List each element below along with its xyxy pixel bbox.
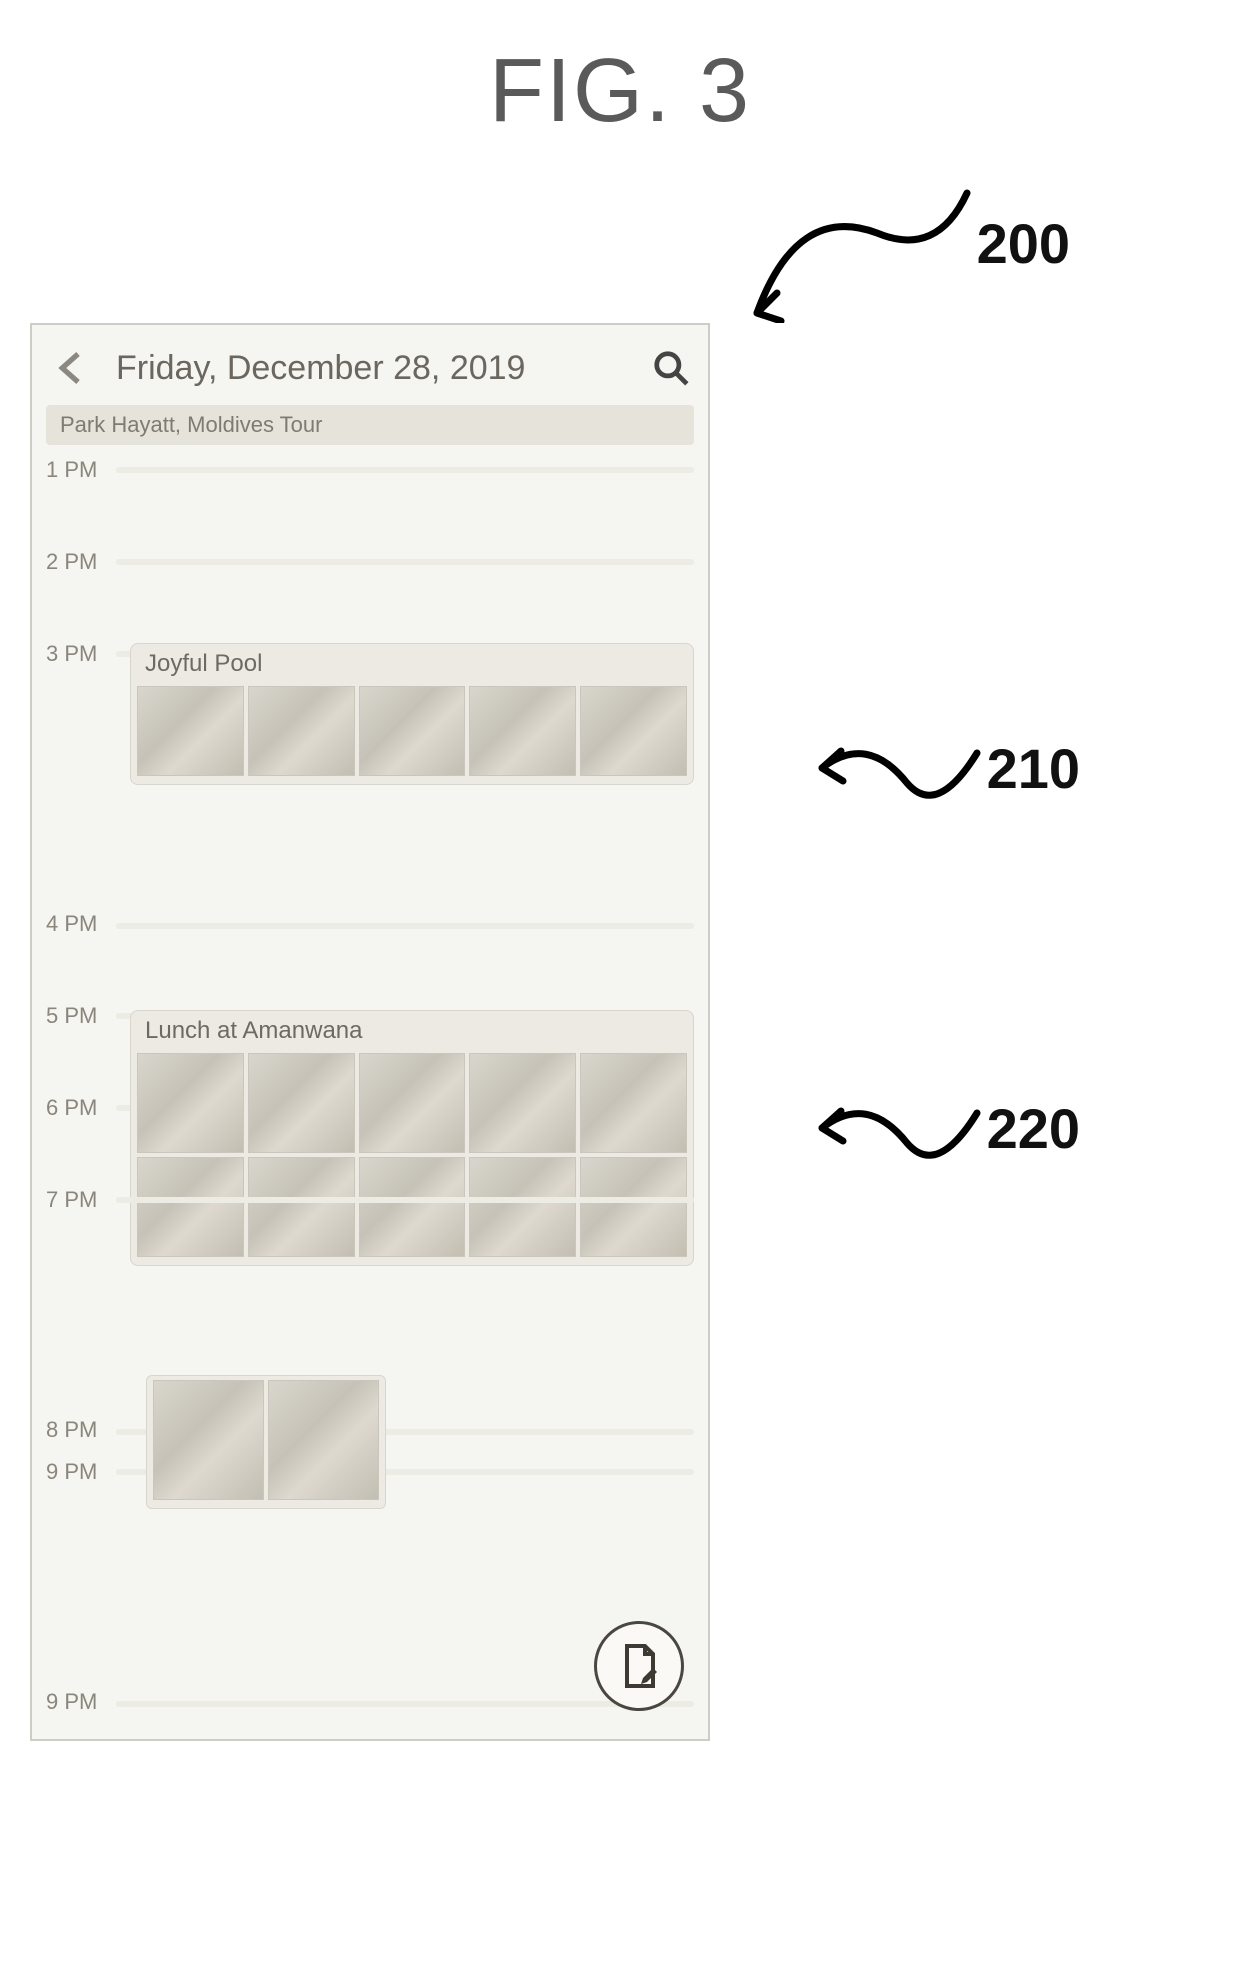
hour-label: 6 PM xyxy=(46,1093,116,1121)
hour-label: 4 PM xyxy=(46,731,116,937)
hour-row: 7 PM xyxy=(46,1185,694,1277)
thumbnail[interactable] xyxy=(248,1053,355,1153)
callout-200: 200 xyxy=(737,163,1070,323)
timeline: 1 PM 2 PM 3 PM Joyful Pool xyxy=(32,455,708,1719)
callout-220: 220 xyxy=(807,1083,1080,1173)
hour-label: 9 PM xyxy=(46,1457,116,1485)
new-note-icon xyxy=(615,1642,663,1690)
thumbnail[interactable] xyxy=(469,1053,576,1153)
hour-label: 8 PM xyxy=(46,1277,116,1443)
thumbnail[interactable] xyxy=(580,1053,687,1153)
phone-wrap: 200 210 220 230 Friday, December 28, 201… xyxy=(30,323,730,1741)
hour-line xyxy=(116,1197,694,1203)
hour-label: 5 PM xyxy=(46,1001,116,1029)
hour-label: 9 PM xyxy=(46,1549,116,1715)
thumbnail[interactable] xyxy=(137,1053,244,1153)
thumbnail-row xyxy=(147,1376,385,1508)
search-icon xyxy=(652,349,690,387)
date-title: Friday, December 28, 2019 xyxy=(92,349,652,388)
hour-row: 1 PM xyxy=(46,455,694,547)
header: Friday, December 28, 2019 xyxy=(32,325,708,405)
event-title: Lunch at Amanwana xyxy=(131,1011,693,1049)
calendar-day-view: Friday, December 28, 2019 Park Hayatt, M… xyxy=(30,323,710,1741)
hour-label: 2 PM xyxy=(46,547,116,575)
hour-label: 1 PM xyxy=(46,455,116,483)
thumbnail[interactable] xyxy=(268,1380,379,1500)
chevron-left-icon xyxy=(50,347,92,389)
thumbnail[interactable] xyxy=(359,1053,466,1153)
timeline-inner: 1 PM 2 PM 3 PM Joyful Pool xyxy=(46,455,694,1719)
hour-line xyxy=(116,923,694,929)
allday-event[interactable]: Park Hayatt, Moldives Tour xyxy=(46,405,694,445)
event-card-untitled[interactable] xyxy=(146,1375,386,1509)
hour-row: 2 PM xyxy=(46,547,694,639)
hour-line xyxy=(116,467,694,473)
callout-label: 200 xyxy=(977,211,1070,276)
compose-fab[interactable] xyxy=(594,1621,684,1711)
hour-label: 3 PM xyxy=(46,639,116,667)
thumbnail[interactable] xyxy=(153,1380,264,1500)
back-button[interactable] xyxy=(50,347,92,389)
callout-210: 210 xyxy=(807,723,1080,813)
search-button[interactable] xyxy=(652,349,690,387)
callout-label: 210 xyxy=(987,736,1080,801)
hour-label: 7 PM xyxy=(46,1185,116,1213)
hour-line xyxy=(116,559,694,565)
hour-row: 9 PM xyxy=(46,1549,694,1719)
hour-line xyxy=(116,1701,694,1707)
hour-row: 4 PM xyxy=(46,731,694,1001)
callout-label: 220 xyxy=(987,1096,1080,1161)
event-title: Joyful Pool xyxy=(131,644,693,682)
figure-label: FIG. 3 xyxy=(0,40,1240,143)
